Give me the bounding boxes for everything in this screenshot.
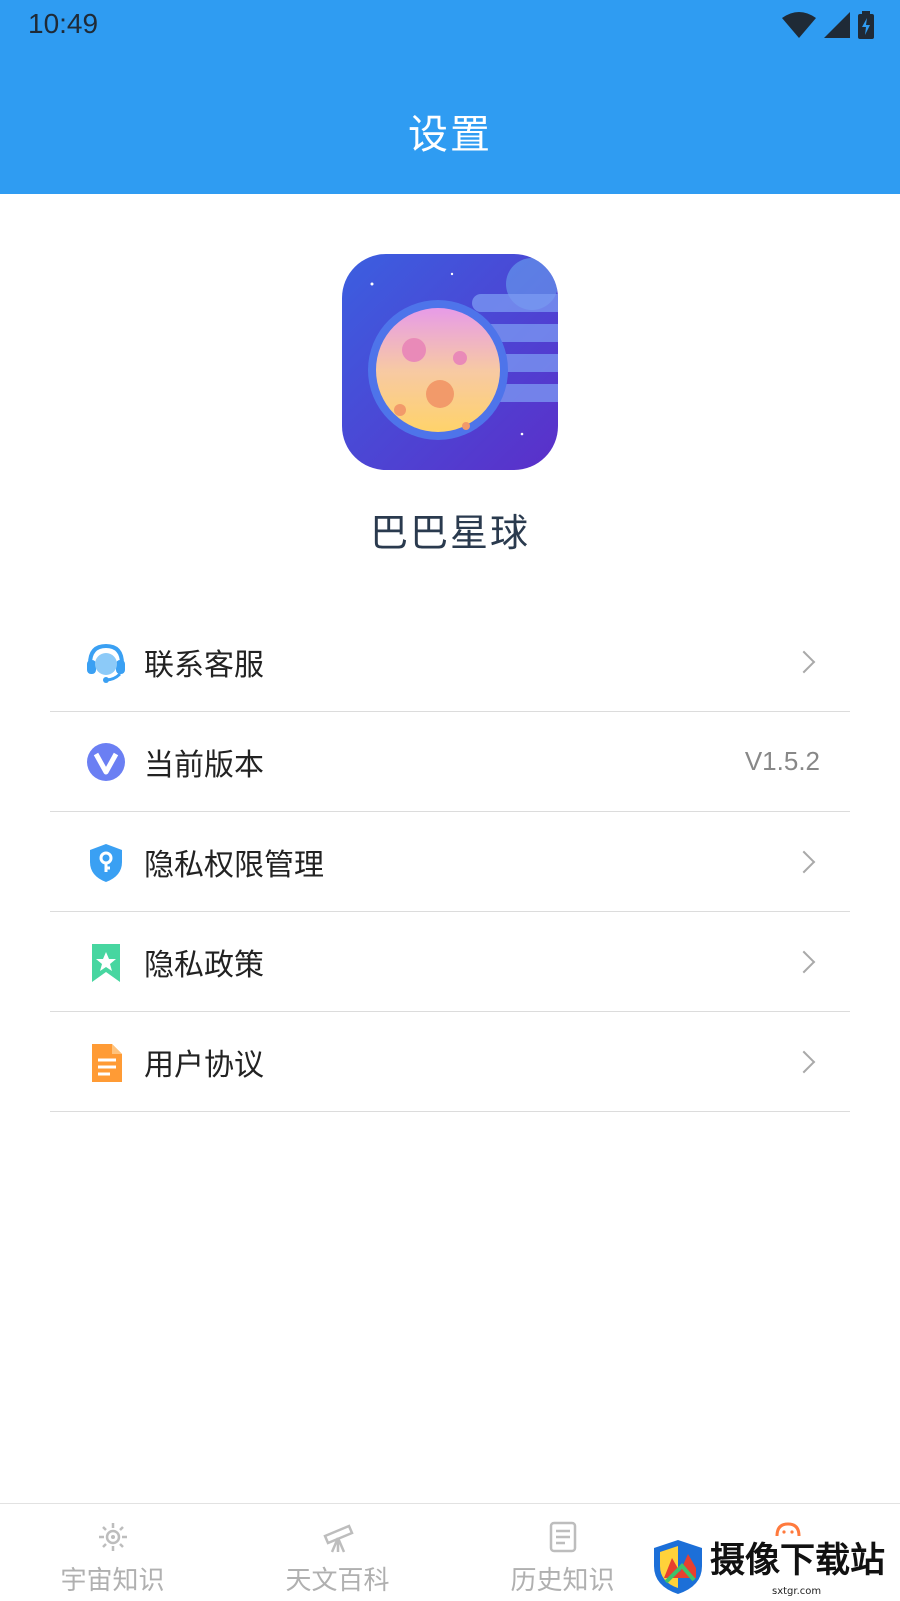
version-value: V1.5.2: [744, 746, 820, 776]
app-name: 巴巴星球: [369, 511, 530, 555]
watermark-logo-icon: [654, 1540, 702, 1594]
menu-label: 当前版本: [144, 747, 264, 783]
watermark-title: 摄像下载站: [710, 1540, 886, 1581]
galaxy-icon: [99, 1523, 127, 1551]
nav-label: 宇宙知识: [60, 1566, 165, 1596]
document-icon: [84, 1040, 128, 1084]
watermark-url: sxtgr.com: [772, 1586, 822, 1597]
menu-item-privacy-policy[interactable]: 隐私政策: [50, 912, 850, 1012]
tab-cosmic-knowledge[interactable]: 宇宙知识: [0, 1504, 225, 1601]
shield-key-icon: [84, 840, 128, 884]
status-time: 10:49: [28, 8, 99, 39]
battery-icon: [858, 11, 874, 39]
nav-label: 天文百科: [285, 1566, 390, 1596]
news-icon: [549, 1521, 577, 1553]
menu-item-current-version[interactable]: 当前版本 V1.5.2: [50, 712, 850, 812]
menu-item-contact-support[interactable]: 联系客服: [50, 612, 850, 712]
chevron-right-icon: [792, 650, 816, 673]
wifi-icon: [782, 12, 816, 38]
menu-label: 隐私政策: [144, 947, 264, 983]
menu-label: 联系客服: [144, 647, 264, 683]
tab-history-knowledge[interactable]: 历史知识: [450, 1504, 675, 1601]
menu-item-user-agreement[interactable]: 用户协议: [50, 1012, 850, 1112]
menu-label: 用户协议: [144, 1047, 264, 1083]
headset-icon: [84, 640, 128, 684]
tab-astronomy-encyclopedia[interactable]: 天文百科: [225, 1504, 450, 1601]
settings-menu: 联系客服 当前版本 V1.5.2 隐私权限管理 隐私政策 用户协议: [50, 612, 850, 1112]
chevron-right-icon: [792, 1050, 816, 1073]
chevron-right-icon: [792, 850, 816, 873]
app-logo: [342, 254, 558, 470]
menu-item-privacy-permissions[interactable]: 隐私权限管理: [50, 812, 850, 912]
watermark: 摄像下载站 sxtgr.com: [652, 1530, 900, 1600]
status-icons: [782, 10, 874, 40]
menu-label: 隐私权限管理: [144, 847, 324, 883]
telescope-icon: [323, 1524, 354, 1553]
bookmark-star-icon: [84, 940, 128, 984]
page-title: 设置: [408, 112, 492, 158]
version-icon: [84, 740, 128, 784]
nav-label: 历史知识: [510, 1566, 615, 1596]
cellular-signal-icon: [824, 12, 850, 38]
chevron-right-icon: [792, 950, 816, 973]
app-header: 10:49 设置: [0, 0, 900, 194]
